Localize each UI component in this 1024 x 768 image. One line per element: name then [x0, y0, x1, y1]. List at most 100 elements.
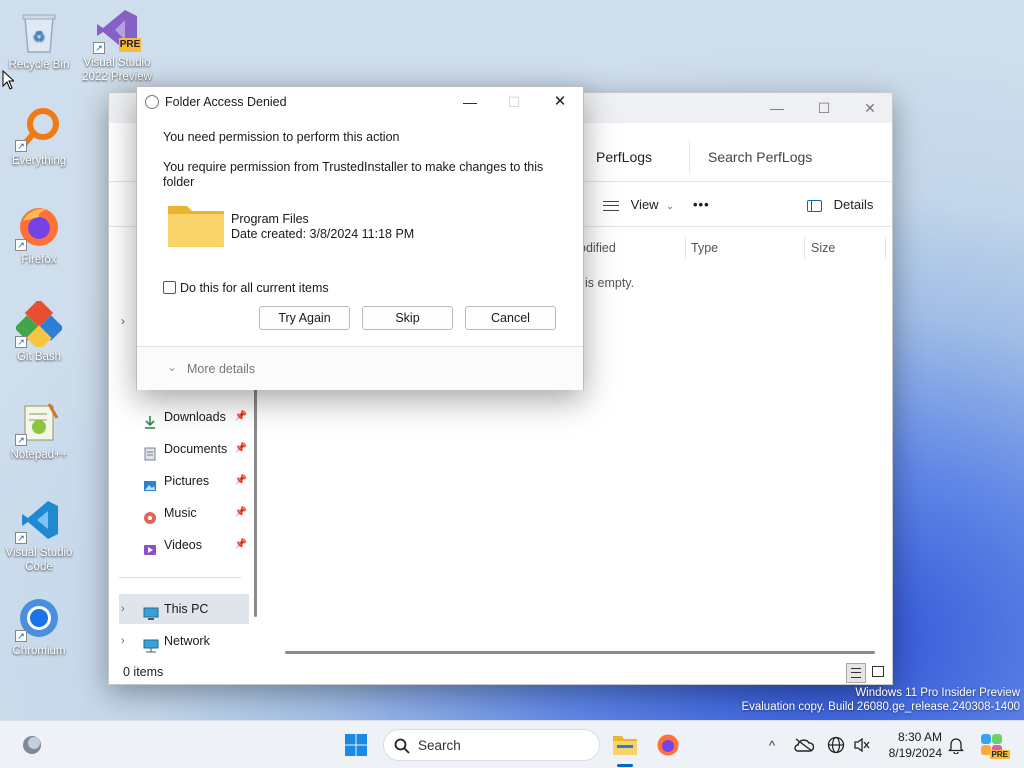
apply-to-all-label[interactable]: Do this for all current items	[180, 281, 329, 296]
search-icon	[394, 738, 410, 754]
chevron-right-icon[interactable]: ›	[121, 626, 125, 656]
active-app-indicator	[617, 764, 633, 767]
view-menu-button[interactable]: View ⌄	[603, 182, 674, 228]
maximize-button[interactable]: ☐	[801, 93, 847, 123]
start-button[interactable]	[340, 729, 372, 761]
shortcut-arrow-icon: ↗	[15, 140, 27, 152]
mouse-cursor-icon	[2, 70, 14, 90]
desktop-icon-label: Visual Studio Code	[5, 547, 73, 573]
empty-folder-message: is empty.	[585, 276, 635, 290]
status-item-count: 0 items	[123, 665, 164, 679]
pin-icon: 📌	[234, 507, 247, 518]
try-again-button[interactable]: Try Again	[259, 306, 350, 330]
chevron-right-icon[interactable]: ›	[121, 594, 125, 624]
notifications-button[interactable]	[940, 729, 972, 761]
shortcut-arrow-icon: ↗	[15, 336, 27, 348]
desktop-icon-label: Git Bash	[16, 351, 62, 363]
sidebar-item-music[interactable]: Music 📌	[119, 498, 249, 528]
desktop-icon-recycle-bin[interactable]: ♻ Recycle Bin	[1, 8, 77, 72]
cancel-button[interactable]: Cancel	[465, 306, 556, 330]
breadcrumb-perflogs[interactable]: PerfLogs	[596, 149, 652, 165]
clock-time: 8:30 AM	[897, 730, 942, 744]
sidebar-item-label: This PC	[164, 602, 209, 616]
desktop-icon-chromium[interactable]: ↗ Chromium	[1, 594, 77, 658]
sidebar-item-downloads[interactable]: Downloads 📌	[119, 402, 249, 432]
chevron-down-icon: ⌄	[666, 201, 674, 211]
sidebar-item-pictures[interactable]: Pictures 📌	[119, 466, 249, 496]
sidebar-item-network[interactable]: › Network	[119, 626, 249, 656]
taskbar-search-label: Search	[418, 738, 461, 753]
details-label: Details	[833, 197, 874, 212]
desktop-icon-everything[interactable]: ↗ Everything	[1, 104, 77, 168]
sidebar-item-videos[interactable]: Videos 📌	[119, 530, 249, 560]
git-bash-icon: ↗	[15, 300, 63, 348]
minimize-button[interactable]: —	[754, 93, 800, 123]
network-icon	[143, 634, 159, 653]
copilot-button[interactable]: PRE	[976, 729, 1010, 761]
taskbar-firefox[interactable]	[652, 729, 684, 761]
document-icon	[143, 442, 157, 461]
explorer-search-box[interactable]: Search PerfLogs	[689, 141, 889, 173]
details-pane-button[interactable]: Details	[807, 182, 873, 228]
column-header-size[interactable]: Size	[811, 241, 835, 255]
desktop-icon-visual-studio-code[interactable]: ↗ Visual Studio Code	[1, 496, 77, 574]
column-separator	[685, 237, 686, 259]
visual-studio-preview-icon: PRE ↗	[93, 6, 141, 54]
sidebar-divider	[119, 577, 241, 578]
desktop-icon-label: Firefox	[21, 254, 57, 266]
pictures-icon	[143, 474, 157, 491]
desktop-icon-label: Visual Studio 2022 Preview	[82, 57, 152, 83]
sidebar-scrollbar[interactable]	[254, 361, 257, 617]
clock-date: 8/19/2024	[888, 746, 942, 760]
download-arrow-icon	[143, 410, 157, 429]
dialog-footer: ⌄ More details	[137, 346, 583, 390]
pin-icon: 📌	[234, 411, 247, 422]
close-button[interactable]: ✕	[847, 93, 893, 123]
taskbar-search-box[interactable]: Search	[383, 729, 600, 761]
trustedinstaller-message-cont: folder	[163, 175, 195, 189]
shortcut-arrow-icon: ↗	[15, 434, 27, 446]
sidebar-item-documents[interactable]: Documents 📌	[119, 434, 249, 464]
music-icon	[143, 506, 157, 524]
list-view-icon	[851, 668, 861, 678]
sidebar-item-label: Downloads	[164, 410, 226, 424]
details-view-toggle[interactable]	[846, 663, 866, 683]
notepad-plus-plus-icon: ↗	[15, 398, 63, 446]
chevron-down-icon[interactable]: ⌄	[167, 360, 177, 374]
column-header-type[interactable]: Type	[691, 241, 718, 255]
folder-date-created: Date created: 3/8/2024 11:18 PM	[231, 227, 415, 241]
firefox-icon: ↗	[15, 203, 63, 251]
sidebar-item-label: Videos	[164, 538, 202, 552]
more-details-toggle[interactable]: More details	[187, 362, 255, 376]
videos-icon	[143, 538, 157, 555]
see-more-button[interactable]: •••	[693, 182, 710, 228]
sidebar-item-label: Network	[164, 634, 210, 648]
desktop-icon-notepad-plus-plus[interactable]: ↗ Notepad++	[1, 398, 77, 462]
volume-muted-icon[interactable]	[846, 729, 878, 761]
show-hidden-icons-button[interactable]: ^	[756, 729, 788, 761]
dialog-close-button[interactable]: ✕	[537, 87, 583, 117]
desktop-icon-git-bash[interactable]: ↗ Git Bash	[1, 300, 77, 364]
taskbar-file-explorer[interactable]	[609, 729, 641, 767]
apply-to-all-checkbox[interactable]	[163, 281, 176, 294]
file-explorer-folder-icon	[613, 736, 637, 755]
watermark-build: Evaluation copy. Build 26080.ge_release.…	[741, 701, 1020, 713]
skip-button[interactable]: Skip	[362, 306, 453, 330]
tiles-view-icon	[872, 666, 884, 677]
desktop-icon-firefox[interactable]: ↗ Firefox	[1, 203, 77, 267]
content-horizontal-scrollbar[interactable]	[285, 651, 875, 654]
view-label: View	[630, 197, 659, 212]
dialog-minimize-button[interactable]: —	[447, 87, 493, 117]
details-pane-icon	[807, 199, 822, 212]
tiles-view-toggle[interactable]	[869, 663, 889, 683]
sidebar-item-this-pc[interactable]: › This PC	[119, 594, 249, 624]
column-header-date-modified[interactable]: odified	[579, 241, 616, 255]
taskbar: Search ^ 8:30 AM 8/19/2024 PRE	[0, 720, 1024, 768]
expand-chevron-icon[interactable]: ›	[121, 314, 125, 328]
vscode-icon: ↗	[15, 496, 63, 544]
onedrive-offline-icon[interactable]	[788, 729, 820, 761]
desktop-icon-visual-studio-2022-preview[interactable]: PRE ↗ Visual Studio 2022 Preview	[79, 6, 155, 84]
monitor-icon	[143, 602, 159, 620]
taskbar-clock[interactable]: 8:30 AM 8/19/2024	[889, 729, 942, 761]
widgets-button[interactable]	[16, 729, 48, 761]
